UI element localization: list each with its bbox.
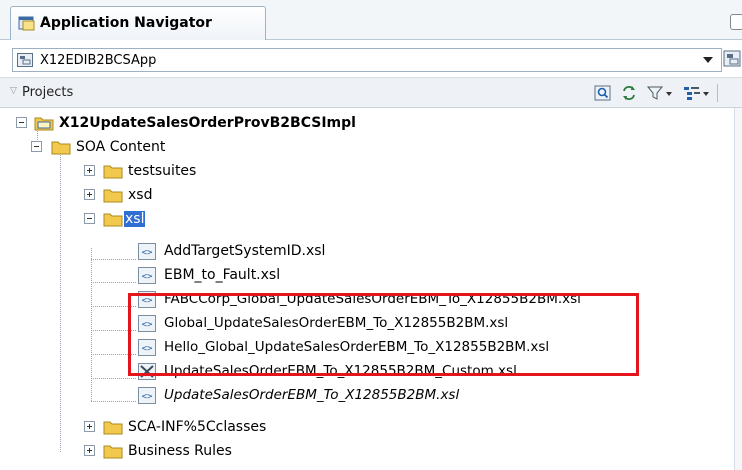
tree-node-business-rules[interactable]: Business Rules <box>0 440 300 464</box>
svg-text:<>: <> <box>142 392 153 402</box>
folder-icon <box>51 141 71 155</box>
application-dropdown[interactable]: X12EDIB2BCSApp <box>12 48 722 72</box>
tree-node-sca-inf[interactable]: SCA-INF%5Cclasses <box>0 416 300 440</box>
application-selector-row: X12EDIB2BCSApp <box>0 40 742 78</box>
expand-toggle-icon[interactable] <box>84 189 95 200</box>
tree-node-xsd[interactable]: xsd <box>0 184 200 208</box>
file-name: AddTargetSystemID.xsl <box>164 243 326 259</box>
xsl-file-icon: <> <box>138 387 156 404</box>
collapse-toggle-icon[interactable] <box>16 117 27 128</box>
application-navigator-icon <box>18 16 35 31</box>
tree-node-soa-content[interactable]: SOA Content <box>0 136 200 160</box>
project-tree: X12UpdateSalesOrderProvB2BCSImpl SOA Con… <box>0 108 742 470</box>
xsl-file-icon: <> <box>138 243 156 260</box>
folder-icon <box>103 165 123 179</box>
folder-icon <box>103 189 123 203</box>
chevron-down-icon[interactable] <box>703 57 713 63</box>
tree-node-project[interactable]: X12UpdateSalesOrderProvB2BCSImpl <box>0 112 420 136</box>
node-label: xsd <box>128 187 153 203</box>
folder-icon <box>103 445 123 459</box>
projects-label: Projects <box>22 85 74 100</box>
folder-icon <box>103 213 123 227</box>
svg-text:<>: <> <box>142 272 153 282</box>
tree-node-xsl-file[interactable]: <> UpdateSalesOrderEBM_To_X12855B2BM.xsl <box>0 384 600 408</box>
collapse-toggle-icon[interactable] <box>84 213 95 224</box>
navigator-tabstrip: Application Navigator <box>0 0 742 41</box>
tab-application-navigator[interactable]: Application Navigator <box>10 6 266 41</box>
application-menu-icon[interactable] <box>722 48 742 70</box>
collapse-toggle-icon[interactable] <box>31 141 42 152</box>
tree-node-xsl-file[interactable]: <> EBM_to_Fault.xsl <box>0 264 360 288</box>
node-label: SOA Content <box>76 139 166 155</box>
svg-text:<>: <> <box>142 248 153 258</box>
projects-panel-header: ▽ Projects <box>0 78 742 108</box>
minimize-button[interactable] <box>730 14 742 30</box>
node-label: xsl <box>124 211 146 227</box>
file-name: EBM_to_Fault.xsl <box>164 267 281 283</box>
expand-toggle-icon[interactable] <box>84 445 95 456</box>
filter-icon[interactable] <box>646 83 676 103</box>
project-folder-icon <box>34 117 54 131</box>
expand-toggle-icon[interactable] <box>84 421 95 432</box>
collapse-triangle-icon[interactable]: ▽ <box>10 86 17 96</box>
highlight-annotation-box <box>128 293 639 376</box>
navigator-display-options-icon[interactable] <box>682 83 712 103</box>
application-icon <box>17 53 33 67</box>
application-name: X12EDIB2BCSApp <box>40 53 157 68</box>
xsl-file-icon: <> <box>138 267 156 284</box>
tree-node-xsl[interactable]: xsl <box>0 208 200 232</box>
toolbar-separator <box>717 84 718 102</box>
folder-icon <box>103 421 123 435</box>
tab-label: Application Navigator <box>40 15 212 31</box>
expand-toggle-icon[interactable] <box>84 165 95 176</box>
tree-node-testsuites[interactable]: testsuites <box>0 160 200 184</box>
node-label: testsuites <box>128 163 197 179</box>
node-label: Business Rules <box>128 443 232 459</box>
project-name: X12UpdateSalesOrderProvB2BCSImpl <box>59 115 356 131</box>
vertical-scrollbar[interactable] <box>734 108 742 470</box>
file-name: UpdateSalesOrderEBM_To_X12855B2BM.xsl <box>164 387 460 403</box>
tree-node-xsl-file[interactable]: <> AddTargetSystemID.xsl <box>0 240 360 264</box>
refresh-icon[interactable] <box>620 83 638 103</box>
find-icon[interactable] <box>594 83 612 103</box>
node-label: SCA-INF%5Cclasses <box>128 419 267 435</box>
